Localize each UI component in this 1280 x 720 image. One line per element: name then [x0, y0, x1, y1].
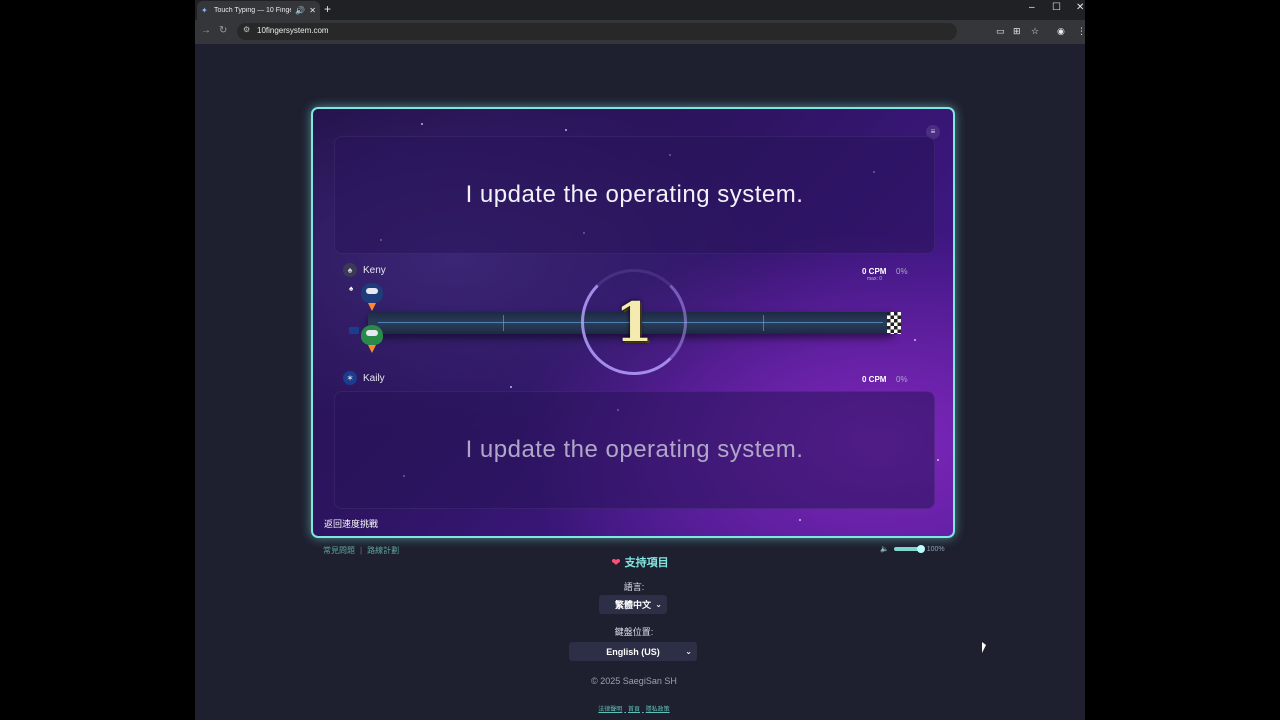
language-value: 繁體中文 [614, 600, 651, 610]
footer-links: 法律聲明 首頁 隱私政策 [195, 704, 1073, 713]
keyboard-label: 鍵盤位置: [614, 627, 654, 637]
address-bar: → ↻ ⚙ 10fingersystem.com ▭ ⊞ ☆ ◉ ⋮ [195, 20, 1085, 44]
language-select[interactable]: 繁體中文 ⌄ [599, 595, 667, 614]
countdown-number: 1 [615, 290, 653, 354]
privacy-link[interactable]: 隱私政策 [646, 707, 670, 713]
player-name: Keny [363, 264, 386, 276]
player-keny-percent: 0% [896, 267, 908, 276]
support-project-link[interactable]: ❤ 支持項目 [195, 554, 1085, 570]
translate-icon[interactable]: ⊞ [1013, 26, 1021, 37]
heart-icon: ❤ [611, 557, 621, 569]
player-keny-cpm: 0 CPM [862, 267, 887, 276]
tab-title: Touch Typing — 10 Finger [214, 7, 292, 14]
rocket-kaily-icon [357, 323, 387, 353]
site-favicon-icon: ✦ [201, 6, 208, 15]
minimize-button[interactable]: – [1029, 2, 1035, 13]
player-kaily-cpm: 0 CPM [862, 375, 887, 384]
copyright-text: © 2025 SaegiSan SH [591, 676, 677, 686]
new-tab-button[interactable]: + [324, 2, 331, 16]
bookmark-star-icon[interactable]: ☆ [1031, 26, 1039, 37]
profile-icon[interactable]: ◉ [1057, 26, 1065, 37]
player-name: Kaily [363, 372, 385, 384]
speaker-icon[interactable]: 🔈 [880, 545, 889, 553]
reload-icon[interactable]: ↻ [219, 25, 227, 36]
volume-slider[interactable] [893, 545, 925, 553]
close-window-button[interactable]: ✕ [1076, 2, 1084, 13]
spade-avatar-icon: ♠ [343, 263, 357, 277]
keyboard-value: English (US) [606, 646, 660, 657]
volume-value: 100% [926, 545, 945, 553]
mouse-cursor-icon [982, 642, 986, 653]
australia-avatar-icon: ✶ [343, 371, 357, 385]
player-keny-max: max: 0 [867, 276, 883, 282]
typed-text-panel: I update the operating system. [334, 136, 935, 254]
race-panel: ≡ I update the operating system. ♠ Keny … [311, 107, 955, 538]
volume-control: 🔈 100% [880, 545, 945, 553]
tab-close-icon[interactable]: ✕ [309, 6, 316, 15]
finish-flag-icon [887, 312, 901, 334]
page-content: ≡ I update the operating system. ♠ Keny … [195, 44, 1085, 720]
tab-strip: ✦ Touch Typing — 10 Finger 🔊 ✕ + – ☐ ✕ [195, 0, 1085, 20]
player-kaily-label: ✶ Kaily [343, 371, 385, 385]
url-text: 10fingersystem.com [257, 26, 329, 35]
keyboard-layout-select[interactable]: English (US) ⌄ [569, 642, 697, 661]
legal-link[interactable]: 法律聲明 [598, 707, 622, 713]
target-text-panel: I update the operating system. [334, 391, 935, 509]
audio-playing-icon[interactable]: 🔊 [295, 6, 305, 15]
chevron-down-icon: ⌄ [655, 600, 662, 609]
url-field[interactable]: ⚙ 10fingersystem.com [237, 23, 957, 40]
countdown-ring: 1 [581, 269, 687, 375]
forward-arrow-icon[interactable]: → [201, 25, 211, 36]
cast-icon[interactable]: ▭ [996, 26, 1005, 37]
home-link[interactable]: 首頁 [628, 707, 640, 713]
maximize-button[interactable]: ☐ [1052, 2, 1061, 13]
site-info-icon[interactable]: ⚙ [243, 25, 250, 34]
browser-tab[interactable]: ✦ Touch Typing — 10 Finger 🔊 ✕ [197, 1, 320, 20]
back-to-challenge-link[interactable]: 返回速度挑戰 [324, 517, 378, 530]
rocket-keny-icon [357, 281, 387, 311]
player-keny-label: ♠ Keny [343, 263, 386, 277]
language-label: 語言: [623, 582, 645, 592]
browser-window: ✦ Touch Typing — 10 Finger 🔊 ✕ + – ☐ ✕ →… [195, 0, 1085, 720]
player-kaily-percent: 0% [896, 375, 908, 384]
chevron-down-icon: ⌄ [685, 647, 692, 656]
more-menu-icon[interactable]: ⋮ [1077, 26, 1085, 37]
support-label: 支持項目 [624, 557, 669, 569]
